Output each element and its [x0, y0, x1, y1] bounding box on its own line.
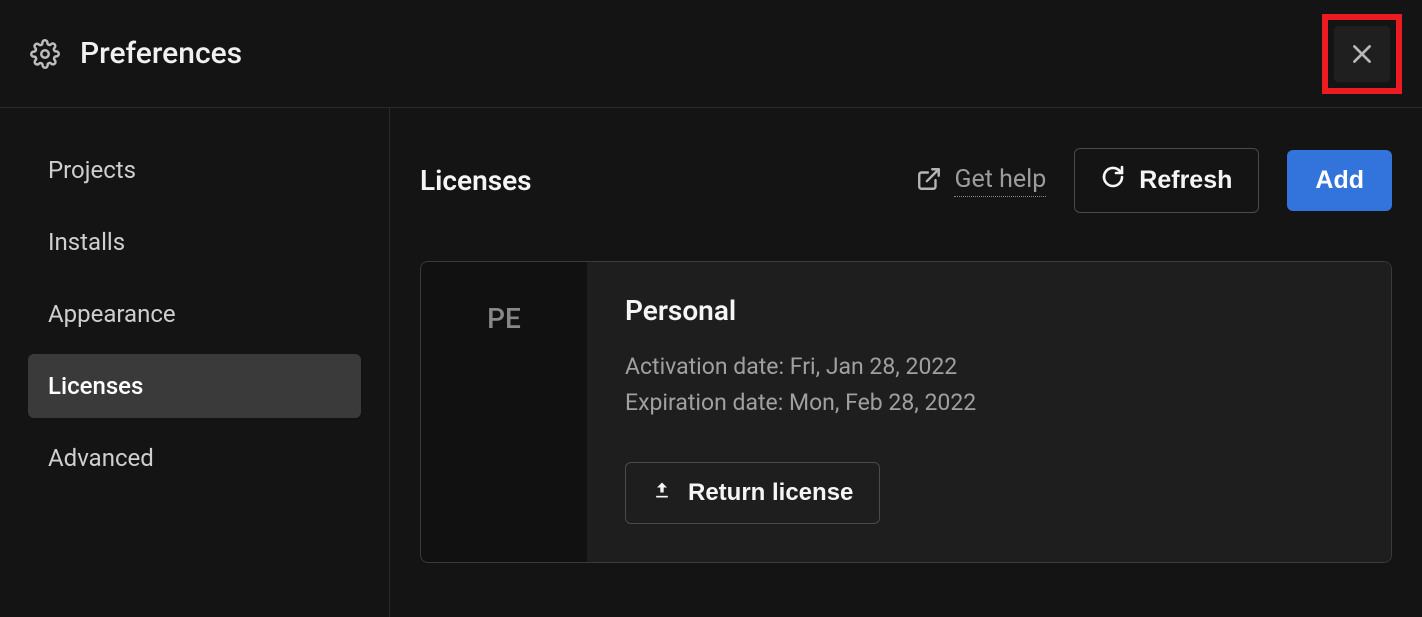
license-badge: PE [421, 262, 587, 562]
refresh-label: Refresh [1139, 166, 1232, 195]
sidebar-item-advanced[interactable]: Advanced [28, 426, 361, 490]
get-help-link[interactable]: Get help [916, 165, 1046, 197]
upload-icon [652, 479, 672, 507]
refresh-icon [1101, 165, 1125, 196]
body: Projects Installs Appearance Licenses Ad… [0, 108, 1422, 617]
license-details: Personal Activation date: Fri, Jan 28, 2… [587, 262, 1391, 562]
gear-icon [30, 39, 60, 69]
add-button[interactable]: Add [1287, 150, 1392, 211]
return-license-label: Return license [688, 479, 853, 507]
license-info: Activation date: Fri, Jan 28, 2022 Expir… [625, 349, 1353, 420]
license-name: Personal [625, 294, 1353, 327]
close-button-highlight [1322, 14, 1402, 94]
expiration-date: Mon, Feb 28, 2022 [789, 389, 976, 416]
expiration-label: Expiration date: [625, 389, 783, 416]
main-header: Licenses Get help [420, 148, 1392, 213]
main-actions: Get help Refresh Add [916, 148, 1392, 213]
refresh-button[interactable]: Refresh [1074, 148, 1259, 213]
section-title: Licenses [420, 164, 532, 197]
sidebar-item-label: Advanced [48, 444, 154, 472]
sidebar-item-label: Installs [48, 228, 125, 256]
activation-date: Fri, Jan 28, 2022 [790, 353, 957, 380]
close-icon [1349, 41, 1375, 67]
sidebar-item-label: Projects [48, 156, 136, 184]
sidebar-item-installs[interactable]: Installs [28, 210, 361, 274]
page-title: Preferences [80, 36, 242, 71]
header-left: Preferences [30, 36, 242, 71]
close-button[interactable] [1334, 26, 1390, 82]
header: Preferences [0, 0, 1422, 108]
sidebar-item-licenses[interactable]: Licenses [28, 354, 361, 418]
sidebar: Projects Installs Appearance Licenses Ad… [0, 108, 390, 617]
sidebar-item-label: Appearance [48, 300, 176, 328]
add-label: Add [1315, 166, 1364, 194]
expiration-row: Expiration date: Mon, Feb 28, 2022 [625, 385, 1353, 421]
get-help-label: Get help [954, 165, 1046, 197]
sidebar-item-projects[interactable]: Projects [28, 138, 361, 202]
sidebar-item-appearance[interactable]: Appearance [28, 282, 361, 346]
sidebar-item-label: Licenses [48, 372, 143, 400]
license-card: PE Personal Activation date: Fri, Jan 28… [420, 261, 1392, 563]
activation-row: Activation date: Fri, Jan 28, 2022 [625, 349, 1353, 385]
activation-label: Activation date: [625, 353, 784, 380]
main-content: Licenses Get help [390, 108, 1422, 617]
external-link-icon [916, 166, 942, 196]
return-license-button[interactable]: Return license [625, 462, 880, 524]
